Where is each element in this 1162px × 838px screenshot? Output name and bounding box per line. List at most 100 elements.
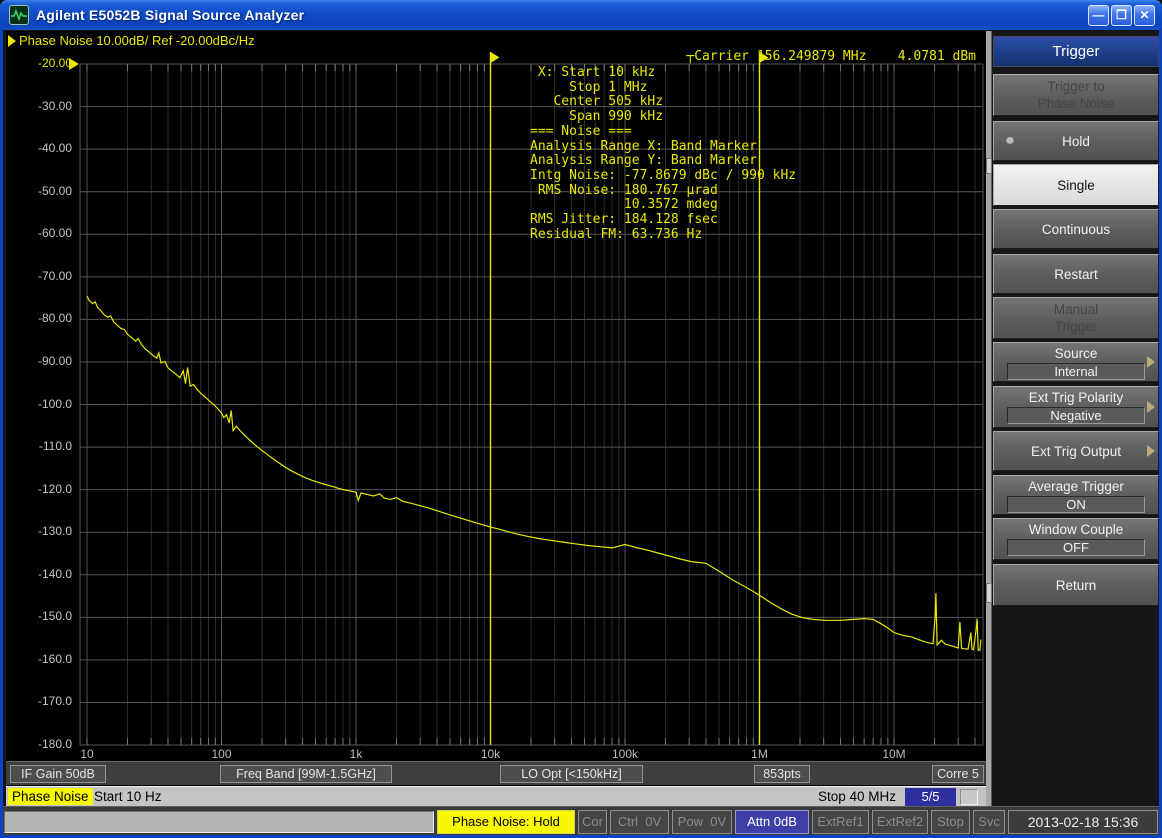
- window-title: Agilent E5052B Signal Source Analyzer: [36, 7, 304, 23]
- instrument-screen: Phase Noise 10.00dB/ Ref -20.00dBc/Hz ┬C…: [6, 31, 986, 806]
- sweep-start-label: Start 10 Hz: [94, 789, 162, 804]
- y-tick-label: -110.0: [12, 439, 72, 453]
- softkey-sidebar: Trigger Trigger to Phase Noise Hold Sing…: [986, 31, 1159, 806]
- x-tick-label: 1M: [751, 747, 768, 761]
- softkey-label: Hold: [1062, 133, 1090, 150]
- submenu-arrow-icon: [1147, 356, 1155, 368]
- softkey-return[interactable]: Return: [993, 564, 1159, 606]
- status-cor: Cor: [578, 810, 607, 834]
- restore-button-icon[interactable]: ❐: [1111, 5, 1132, 26]
- y-tick-label: -130.0: [12, 524, 72, 538]
- carrier-readout: ┬Carrier 156.249879 MHz 4.0781 dBm: [686, 49, 976, 64]
- y-tick-label: -150.0: [12, 609, 72, 623]
- trace-scale-header: Phase Noise 10.00dB/ Ref -20.00dBc/Hz: [8, 33, 255, 48]
- measurement-bar-button[interactable]: [960, 789, 978, 805]
- measurement-bar: Phase Noise Start 10 Hz Stop 40 MHz 5/5: [6, 786, 986, 807]
- softkey-continuous[interactable]: Continuous: [993, 209, 1159, 249]
- y-tick-label: -20.00: [12, 56, 72, 70]
- trace-scale-label: Phase Noise 10.00dB/ Ref -20.00dBc/Hz: [19, 33, 255, 48]
- x-tick-label: 1k: [350, 747, 363, 761]
- y-tick-label: -80.00: [12, 311, 72, 325]
- softkey-label: Source: [1055, 345, 1098, 362]
- softkey-label: Window Couple: [1029, 521, 1124, 538]
- softkey-manual-trigger: Manual Trigger: [993, 297, 1159, 339]
- scroll-handle[interactable]: [986, 158, 992, 174]
- carrier-label: Carrier: [694, 49, 749, 64]
- x-tick-label: 100: [211, 747, 231, 761]
- carrier-frequency: 156.249879 MHz: [757, 49, 867, 64]
- submenu-arrow-icon: [1147, 401, 1155, 413]
- softkey-label: Average Trigger: [1028, 478, 1124, 495]
- y-tick-label: -70.00: [12, 269, 72, 283]
- status-extref1: ExtRef1: [812, 810, 869, 834]
- status-bar: Phase Noise: Hold Cor Ctrl 0V Pow 0V Att…: [0, 806, 1162, 838]
- status-datetime: 2013-02-18 15:36: [1008, 810, 1158, 834]
- minimize-button-icon[interactable]: —: [1088, 5, 1109, 26]
- ref-level-marker-icon: [69, 58, 79, 70]
- softkey-restart[interactable]: Restart: [993, 254, 1159, 294]
- softkey-source[interactable]: Source Internal: [993, 342, 1159, 382]
- softkey-menu-title: Trigger: [993, 36, 1159, 67]
- points-field[interactable]: 853pts: [754, 765, 810, 783]
- softkey-window-couple[interactable]: Window Couple OFF: [993, 518, 1159, 560]
- y-tick-label: -50.00: [12, 184, 72, 198]
- config-bar: IF Gain 50dB Freq Band [99M-1.5GHz] LO O…: [6, 761, 986, 785]
- scroll-handle[interactable]: [986, 583, 992, 603]
- status-svc: Svc: [973, 810, 1005, 834]
- submenu-arrow-icon: [1147, 445, 1155, 457]
- status-stop: Stop: [931, 810, 970, 834]
- softkey-ext-trig-polarity[interactable]: Ext Trig Polarity Negative: [993, 386, 1159, 428]
- y-tick-label: -120.0: [12, 482, 72, 496]
- app-window: Agilent E5052B Signal Source Analyzer — …: [0, 0, 1162, 838]
- band-marker-flag-icon[interactable]: [491, 52, 500, 63]
- status-message-panel: [4, 811, 434, 833]
- y-tick-label: -180.0: [12, 737, 72, 751]
- close-button-icon[interactable]: ✕: [1134, 5, 1155, 26]
- x-tick-label: 10k: [481, 747, 500, 761]
- status-phase-noise-hold: Phase Noise: Hold: [437, 810, 575, 834]
- if-gain-field[interactable]: IF Gain 50dB: [10, 765, 106, 783]
- status-extref2: ExtRef2: [872, 810, 928, 834]
- x-tick-label: 10: [80, 747, 93, 761]
- y-tick-label: -170.0: [12, 694, 72, 708]
- softkey-label: Ext Trig Output: [1031, 443, 1121, 460]
- sweep-stop-label: Stop 40 MHz: [776, 789, 896, 804]
- y-tick-label: -160.0: [12, 652, 72, 666]
- softkey-value: ON: [1007, 496, 1145, 513]
- softkey-label: Return: [1056, 577, 1097, 594]
- y-tick-label: -30.00: [12, 99, 72, 113]
- softkey-value: OFF: [1007, 539, 1145, 556]
- y-tick-label: -100.0: [12, 397, 72, 411]
- softkey-value: Internal: [1007, 363, 1145, 380]
- softkey-hold[interactable]: Hold: [993, 121, 1159, 161]
- status-attn: Attn 0dB: [735, 810, 809, 834]
- status-pow: Pow 0V: [672, 810, 732, 834]
- freq-band-field[interactable]: Freq Band [99M-1.5GHz]: [220, 765, 392, 783]
- trace-marker-icon: [8, 35, 16, 47]
- softkey-label: Restart: [1054, 266, 1098, 283]
- y-tick-label: -140.0: [12, 567, 72, 581]
- y-tick-label: -40.00: [12, 141, 72, 155]
- lo-opt-field[interactable]: LO Opt [<150kHz]: [500, 765, 643, 783]
- softkey-value: Negative: [1007, 407, 1145, 424]
- softkey-ext-trig-output[interactable]: Ext Trig Output: [993, 431, 1159, 471]
- softkey-label: Continuous: [1042, 221, 1110, 238]
- measurement-mode-badge[interactable]: Phase Noise: [8, 788, 93, 805]
- softkey-label: Manual Trigger: [1054, 301, 1098, 335]
- status-ctrl: Ctrl 0V: [610, 810, 669, 834]
- x-tick-label: 10M: [882, 747, 905, 761]
- trace-page-indicator[interactable]: 5/5: [905, 788, 956, 806]
- x-tick-label: 100k: [612, 747, 638, 761]
- softkey-label: Single: [1057, 177, 1095, 194]
- softkey-single[interactable]: Single: [993, 164, 1159, 206]
- softkey-trigger-to-phase-noise: Trigger to Phase Noise: [993, 74, 1159, 116]
- softkey-scroll-strip[interactable]: [986, 31, 992, 806]
- carrier-power: 4.0781 dBm: [898, 49, 976, 64]
- noise-analysis-readout: X: Start 10 kHz Stop 1 MHz Center 505 kH…: [530, 66, 796, 242]
- correction-field[interactable]: Corre 5: [932, 765, 984, 783]
- y-tick-label: -90.00: [12, 354, 72, 368]
- y-tick-label: -60.00: [12, 226, 72, 240]
- selected-bullet-icon: [1006, 137, 1014, 145]
- title-bar[interactable]: Agilent E5052B Signal Source Analyzer — …: [0, 0, 1162, 30]
- softkey-average-trigger[interactable]: Average Trigger ON: [993, 475, 1159, 515]
